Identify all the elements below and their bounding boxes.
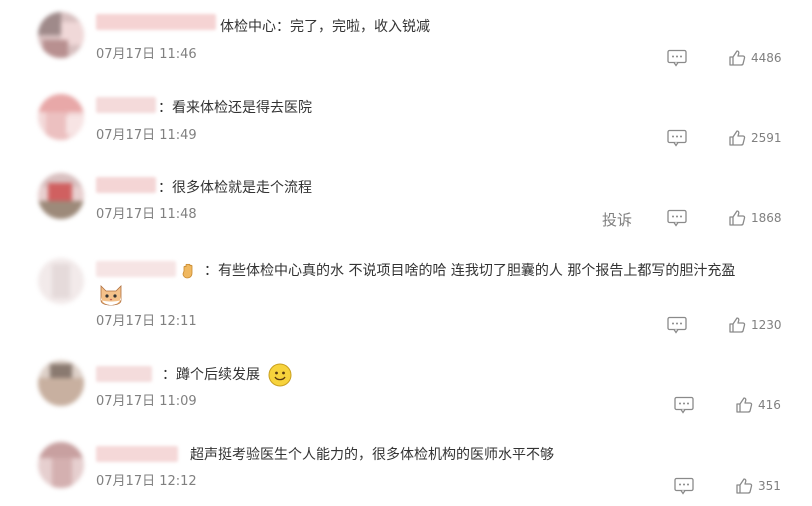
- username[interactable]: [96, 366, 152, 382]
- like-count: 4486: [751, 51, 782, 65]
- comment-icon[interactable]: [667, 129, 687, 147]
- avatar[interactable]: [38, 258, 84, 304]
- comment-time: 07月17日 11:09: [96, 394, 197, 409]
- avatar[interactable]: [38, 442, 84, 488]
- comment-text: ：蹲个后续发展: [162, 367, 260, 383]
- smile-emoji-icon: [268, 363, 292, 387]
- comment-time: 07月17日 12:11: [96, 314, 197, 329]
- comment-text: ：有些体检中心真的水 不说项目啥的哈 连我切了胆囊的人 那个报告上都写的胆汁充盈: [204, 263, 736, 279]
- comment-time: 07月17日 11:49: [96, 128, 197, 143]
- like-button[interactable]: 416: [735, 396, 781, 414]
- comment-icon[interactable]: [674, 477, 694, 495]
- thumbs-up-icon: [736, 397, 753, 413]
- avatar[interactable]: [38, 94, 84, 140]
- username[interactable]: [96, 97, 156, 113]
- username[interactable]: [96, 261, 176, 277]
- comment-icon[interactable]: [674, 396, 694, 414]
- avatar[interactable]: [38, 173, 84, 219]
- thumbs-up-icon: [736, 478, 753, 494]
- cat-sticker-icon: [100, 285, 122, 306]
- like-button[interactable]: 1868: [728, 209, 782, 227]
- like-button[interactable]: 4486: [728, 49, 782, 67]
- like-count: 416: [758, 398, 781, 412]
- like-button[interactable]: 1230: [728, 316, 782, 334]
- comment-icon[interactable]: [667, 316, 687, 334]
- like-count: 1868: [751, 211, 782, 225]
- comment-time: 07月17日 11:48: [96, 207, 197, 222]
- avatar[interactable]: [38, 360, 84, 406]
- like-count: 351: [758, 479, 781, 493]
- thumbs-up-icon: [729, 50, 746, 66]
- comment-text: 体检中心：完了，完啦，收入锐减: [220, 19, 430, 35]
- comment-text: 超声挺考验医生个人能力的，很多体检机构的医师水平不够: [190, 447, 554, 463]
- username[interactable]: [96, 14, 216, 30]
- hand-icon: [182, 263, 193, 279]
- comment-text: ：看来体检还是得去医院: [158, 100, 312, 116]
- like-button[interactable]: 351: [735, 477, 781, 495]
- like-count: 1230: [751, 318, 782, 332]
- comment-icon[interactable]: [667, 209, 687, 227]
- like-count: 2591: [751, 131, 782, 145]
- thumbs-up-icon: [729, 210, 746, 226]
- comment-time: 07月17日 12:12: [96, 474, 197, 489]
- username[interactable]: [96, 177, 156, 193]
- avatar[interactable]: [38, 12, 84, 58]
- like-button[interactable]: 2591: [728, 129, 782, 147]
- report-button[interactable]: 投诉: [602, 209, 632, 230]
- thumbs-up-icon: [729, 317, 746, 333]
- username[interactable]: [96, 446, 178, 462]
- comment-time: 07月17日 11:46: [96, 47, 197, 62]
- comment-text: ：很多体检就是走个流程: [158, 180, 312, 196]
- thumbs-up-icon: [729, 130, 746, 146]
- comment-icon[interactable]: [667, 49, 687, 67]
